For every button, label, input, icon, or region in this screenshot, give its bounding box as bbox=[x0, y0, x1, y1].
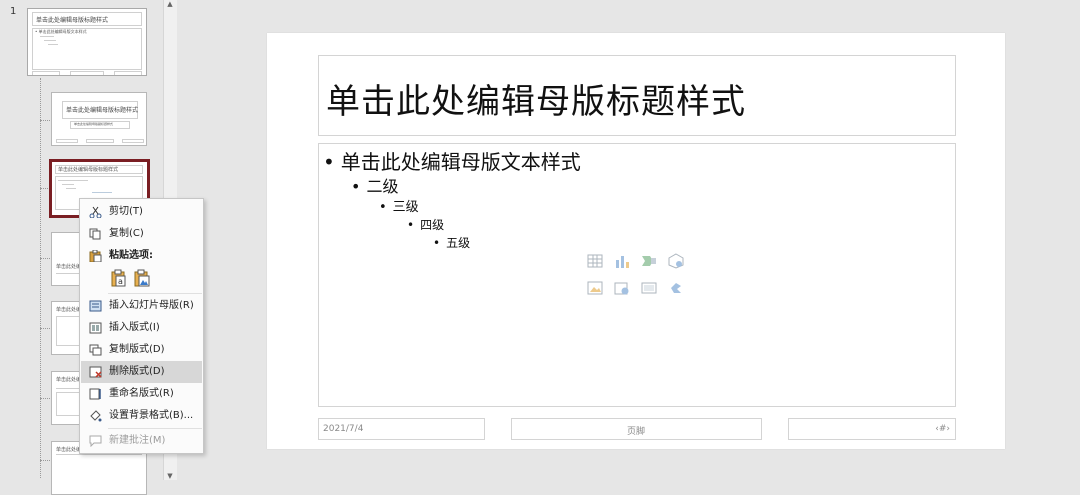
duplicate-layout-icon bbox=[89, 344, 102, 356]
context-menu: 剪切(T) 复制(C) 粘贴选项: a 插入幻灯片母版(R) 插入版式(I) 复… bbox=[79, 198, 204, 454]
menu-item-delete-layout[interactable]: 删除版式(D) bbox=[81, 361, 202, 383]
menu-item-rename-layout[interactable]: 重命名版式(R) bbox=[81, 383, 202, 405]
title-placeholder[interactable]: 单击此处编辑母版标题样式 bbox=[318, 55, 956, 136]
date-placeholder[interactable]: 2021/7/4 bbox=[318, 418, 485, 440]
smartart-icon[interactable] bbox=[641, 253, 657, 269]
slide-number: 1 bbox=[10, 6, 17, 17]
scroll-up-arrow-icon[interactable]: ▲ bbox=[164, 0, 176, 8]
format-background-icon bbox=[90, 410, 102, 422]
body-level-4: • 四级 bbox=[407, 218, 445, 232]
thumb-title: 单击此处编辑母版标题样式 bbox=[58, 167, 119, 173]
layout-thumbnail-title-slide[interactable]: 单击此处编辑母版标题样式 单击此处编辑母版副标题样式 bbox=[51, 92, 147, 146]
rename-layout-icon bbox=[89, 388, 101, 400]
icons-icon[interactable] bbox=[668, 280, 684, 296]
scissors-icon bbox=[89, 206, 102, 218]
content-placeholder[interactable]: • 单击此处编辑母版文本样式 • 二级 • 三级 • 四级 • 五级 bbox=[318, 143, 956, 407]
menu-item-copy[interactable]: 复制(C) bbox=[81, 223, 202, 245]
insert-layout-icon bbox=[89, 322, 102, 334]
menu-item-new-comment[interactable]: 新建批注(M) bbox=[81, 430, 202, 452]
table-icon[interactable] bbox=[587, 253, 603, 269]
body-level-5: • 五级 bbox=[433, 236, 471, 250]
thumb-body: • 单击此处编辑母版文本样式 bbox=[35, 29, 87, 34]
scroll-down-arrow-icon[interactable]: ▼ bbox=[164, 472, 176, 480]
thumb-title: 单击此处编辑母版标题样式 bbox=[36, 17, 109, 24]
menu-item-format-background[interactable]: 设置背景格式(B)... bbox=[81, 405, 202, 427]
footer-text: 页脚 bbox=[627, 427, 646, 437]
menu-item-paste-options: 粘贴选项: bbox=[81, 245, 202, 267]
body-level-2: • 二级 bbox=[351, 177, 399, 196]
chart-icon[interactable] bbox=[614, 253, 630, 269]
body-level-3: • 三级 bbox=[379, 200, 419, 215]
thumb-subtitle: 单击此处编辑母版副标题样式 bbox=[74, 122, 114, 126]
body-level-1: • 单击此处编辑母版文本样式 bbox=[323, 150, 581, 174]
slide-master-thumbnail[interactable]: 单击此处编辑母版标题样式 • 单击此处编辑母版文本样式 bbox=[27, 8, 147, 76]
menu-item-duplicate-layout[interactable]: 复制版式(D) bbox=[81, 339, 202, 361]
footer-slide-number: ‹#› bbox=[935, 424, 950, 434]
clipboard-icon bbox=[89, 250, 102, 262]
3d-model-icon[interactable] bbox=[668, 253, 684, 269]
picture-icon[interactable] bbox=[587, 280, 603, 296]
online-picture-icon[interactable] bbox=[614, 280, 630, 296]
new-comment-icon bbox=[89, 435, 102, 447]
copy-icon bbox=[89, 228, 101, 240]
svg-text:a: a bbox=[118, 277, 123, 286]
menu-item-insert-layout[interactable]: 插入版式(I) bbox=[81, 317, 202, 339]
title-placeholder-text: 单击此处编辑母版标题样式 bbox=[326, 82, 746, 122]
delete-layout-icon bbox=[89, 366, 102, 378]
menu-item-cut[interactable]: 剪切(T) bbox=[81, 201, 202, 223]
footer-placeholder[interactable]: 页脚 bbox=[511, 418, 762, 440]
thumb-title: 单击此处编辑母版标题样式 bbox=[66, 107, 139, 114]
insert-slide-master-icon bbox=[89, 300, 102, 312]
paste-picture-icon[interactable] bbox=[133, 269, 151, 287]
menu-item-insert-slide-master[interactable]: 插入幻灯片母版(R) bbox=[81, 295, 202, 317]
footer-date: 2021/7/4 bbox=[323, 424, 364, 434]
slide-canvas[interactable]: 单击此处编辑母版标题样式 • 单击此处编辑母版文本样式 • 二级 • 三级 • 四级 •… bbox=[267, 33, 1005, 449]
slide-number-placeholder[interactable]: ‹#› bbox=[788, 418, 956, 440]
video-icon[interactable] bbox=[641, 280, 657, 296]
paste-keep-text-icon[interactable]: a bbox=[110, 269, 128, 287]
